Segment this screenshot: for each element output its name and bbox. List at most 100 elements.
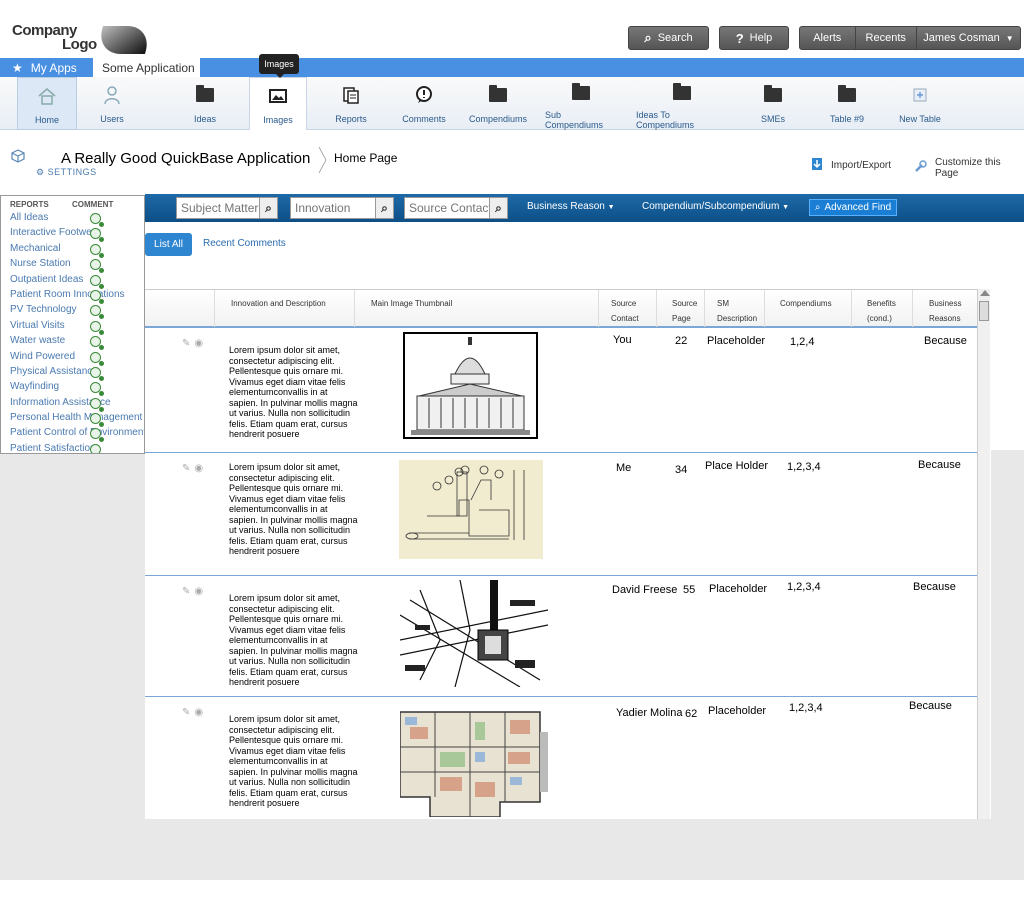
comment-icon[interactable] (90, 228, 104, 243)
comment-icon[interactable] (90, 351, 104, 366)
compendium-dropdown[interactable]: Compendium/Subcompendium ▼ (642, 201, 789, 212)
scroll-up-icon[interactable] (980, 290, 990, 296)
comment-icon[interactable] (90, 305, 104, 320)
eye-icon[interactable]: ◉ (194, 338, 203, 349)
report-item[interactable]: Water waste (1, 335, 144, 351)
help-button[interactable]: ? Help (719, 26, 789, 50)
toolbar-comments[interactable]: Comments (394, 77, 454, 130)
header-source-page[interactable]: Source Page (657, 290, 705, 327)
table-row[interactable]: ✎ ◉ Lorem ipsum dolor sit amet, consectet… (145, 453, 977, 576)
comment-icon[interactable] (90, 413, 104, 428)
toolbar-smes[interactable]: SMEs (745, 77, 801, 130)
comment-icon[interactable] (90, 397, 104, 412)
subject-matter-input[interactable] (177, 198, 259, 218)
comment-icon[interactable] (90, 259, 104, 274)
report-label[interactable]: Virtual Visits (10, 320, 65, 331)
header-thumbnail[interactable]: Main Image Thumbnail (355, 290, 599, 327)
user-menu[interactable]: James Cosman ▼ (917, 27, 1020, 49)
search-icon[interactable]: ⌕ (488, 198, 507, 218)
report-label[interactable]: Patient Control of Environment (10, 427, 144, 438)
report-item[interactable]: Patient Satisfaction (1, 443, 144, 453)
report-item[interactable]: Nurse Station (1, 258, 144, 274)
header-benefits[interactable]: Benefits (cond.) (852, 290, 913, 327)
header-compendiums[interactable]: Compendiums (765, 290, 852, 327)
pencil-icon[interactable]: ✎ (182, 707, 190, 718)
toolbar-ideas-to-compendiums[interactable]: Ideas To Compendiums (636, 77, 728, 130)
my-apps-button[interactable]: ★ My Apps (0, 58, 93, 77)
eye-icon[interactable]: ◉ (194, 707, 203, 718)
toolbar-home[interactable]: Home (17, 77, 77, 130)
eye-icon[interactable]: ◉ (194, 586, 203, 597)
search-icon[interactable]: ⌕ (258, 198, 277, 218)
toolbar-table-9[interactable]: Table #9 (818, 77, 876, 130)
report-item[interactable]: Outpatient Ideas (1, 274, 144, 289)
table-scrollbar[interactable] (977, 289, 990, 819)
toolbar-sub-compendiums[interactable]: Sub Compendiums (545, 77, 617, 130)
toolbar-compendiums[interactable]: Compendiums (466, 77, 530, 130)
report-label[interactable]: Nurse Station (10, 258, 71, 269)
report-label[interactable]: Interactive Footwear (10, 227, 101, 238)
advanced-find-button[interactable]: ⌕ Advanced Find (809, 199, 897, 216)
header-business-reasons[interactable]: Business Reasons (913, 290, 977, 327)
report-item[interactable]: Physical Assistance (1, 366, 144, 381)
innovation-input[interactable] (291, 198, 375, 218)
technical-drawing-thumbnail[interactable] (399, 460, 543, 559)
report-item[interactable]: Information Assistance (1, 397, 144, 412)
table-row[interactable]: ✎ ◉ Lorem ipsum dolor sit amet, consectet… (145, 576, 977, 697)
tab-list-all[interactable]: List All (145, 233, 192, 256)
report-label[interactable]: Patient Room Innovations (10, 289, 125, 300)
report-item[interactable]: Wind Powered (1, 351, 144, 366)
company-logo[interactable]: Company Logo (12, 22, 162, 58)
pencil-icon[interactable]: ✎ (182, 338, 190, 349)
capitol-building-thumbnail[interactable] (403, 332, 538, 439)
comment-icon[interactable] (90, 382, 104, 397)
report-label[interactable]: Personal Health Management (10, 412, 142, 423)
pencil-icon[interactable]: ✎ (182, 463, 190, 474)
comment-icon[interactable] (90, 289, 104, 304)
report-item[interactable]: Patient Control of Environment (1, 427, 144, 443)
report-item[interactable]: Mechanical (1, 243, 144, 258)
header-sm-description[interactable]: SM Description (705, 290, 765, 327)
comment-icon[interactable] (90, 428, 104, 443)
toolbar-new-table[interactable]: New Table (892, 77, 948, 130)
report-label[interactable]: Water waste (10, 335, 65, 346)
report-label[interactable]: All Ideas (10, 212, 48, 223)
scrollbar-thumb[interactable] (979, 301, 989, 321)
table-row[interactable]: ✎ ◉ Lorem ipsum dolor sit amet, consectet… (145, 697, 977, 819)
search-button[interactable]: ⌕ Search (628, 26, 709, 50)
comment-icon[interactable] (90, 243, 104, 258)
toolbar-ideas[interactable]: Ideas (175, 77, 235, 130)
report-item[interactable]: Interactive Footwear (1, 227, 144, 243)
report-label[interactable]: Wayfinding (10, 381, 59, 392)
report-label[interactable]: Outpatient Ideas (10, 274, 83, 285)
report-item[interactable]: All Ideas (1, 212, 144, 227)
alerts-button[interactable]: Alerts (800, 27, 856, 49)
comment-icon[interactable] (90, 213, 104, 227)
source-contact-input[interactable] (405, 198, 489, 218)
report-item[interactable]: Personal Health Management (1, 412, 144, 428)
report-item[interactable]: PV Technology (1, 304, 144, 320)
comment-icon[interactable] (90, 336, 104, 351)
report-label[interactable]: Physical Assistance (10, 366, 98, 377)
report-item[interactable]: Wayfinding (1, 381, 144, 397)
comment-icon[interactable] (90, 274, 104, 289)
customize-page-link[interactable]: Customize this Page (913, 157, 1024, 179)
report-label[interactable]: Wind Powered (10, 351, 75, 362)
import-export-link[interactable]: Import/Export (811, 157, 891, 174)
comment-icon[interactable] (90, 320, 104, 335)
structural-sketch-thumbnail[interactable] (399, 579, 549, 688)
search-icon[interactable]: ⌕ (374, 198, 393, 218)
pencil-icon[interactable]: ✎ (182, 586, 190, 597)
tab-recent-comments[interactable]: Recent Comments (203, 238, 286, 249)
business-reason-dropdown[interactable]: Business Reason ▼ (527, 201, 615, 212)
header-source-contact[interactable]: Source Contact (599, 290, 657, 327)
toolbar-reports[interactable]: Reports (321, 77, 381, 130)
comment-icon[interactable] (90, 366, 104, 381)
eye-icon[interactable]: ◉ (194, 463, 203, 474)
settings-link[interactable]: ⚙ SETTINGS (36, 167, 97, 178)
report-label[interactable]: Patient Satisfaction (10, 443, 96, 453)
floor-plan-thumbnail[interactable] (399, 702, 550, 818)
current-app-tab[interactable]: Some Application (93, 58, 200, 77)
comment-icon[interactable] (90, 443, 104, 453)
header-innovation[interactable]: Innovation and Description (215, 290, 355, 327)
